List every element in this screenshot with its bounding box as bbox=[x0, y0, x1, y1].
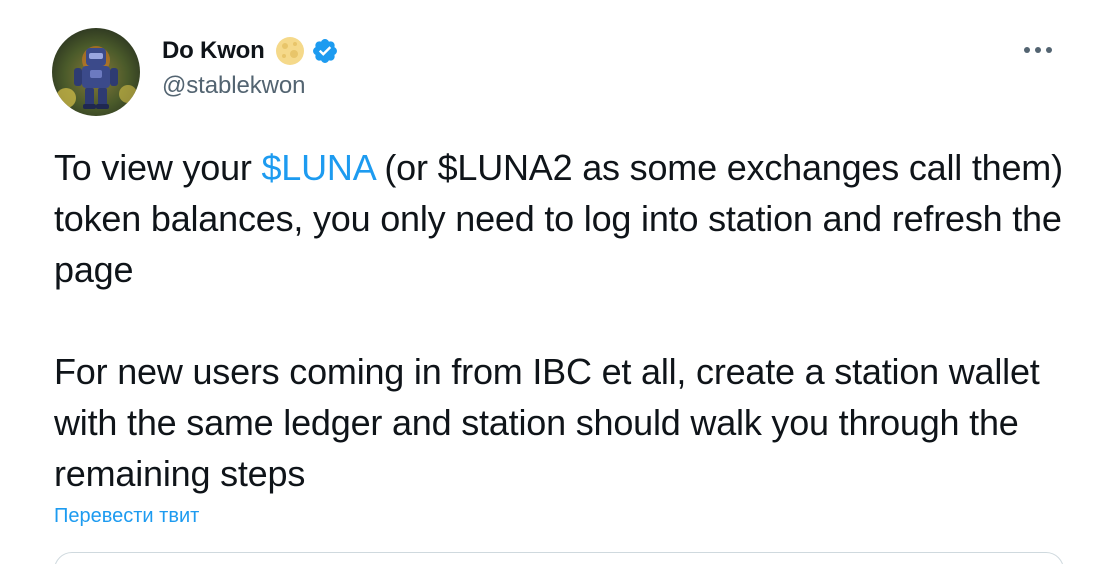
full-moon-icon bbox=[275, 36, 305, 66]
embedded-card[interactable] bbox=[54, 552, 1064, 564]
verified-badge-icon bbox=[311, 37, 339, 65]
cashtag-link[interactable]: $LUNA bbox=[261, 147, 374, 188]
tweet-paragraph-2: For new users coming in from IBC et all,… bbox=[54, 351, 1040, 494]
display-name[interactable]: Do Kwon bbox=[162, 37, 265, 65]
robot-avatar-icon[interactable] bbox=[52, 28, 140, 116]
translate-tweet-link[interactable]: Перевести твит bbox=[54, 505, 199, 528]
more-options-icon bbox=[1023, 41, 1053, 59]
tweet-text: To view your $LUNA (or $LUNA2 as some ex… bbox=[54, 142, 1064, 499]
text-segment: To view your bbox=[54, 147, 262, 188]
more-options-button[interactable] bbox=[1020, 38, 1056, 62]
tweet-container: Do Kwon @stablekwon To view your $LUNA (… bbox=[0, 0, 1098, 564]
user-info: Do Kwon @stablekwon bbox=[162, 34, 339, 100]
user-handle[interactable]: @stablekwon bbox=[162, 72, 339, 100]
name-row: Do Kwon bbox=[162, 34, 339, 68]
tweet-paragraph-1: To view your $LUNA (or $LUNA2 as some ex… bbox=[54, 142, 1064, 295]
